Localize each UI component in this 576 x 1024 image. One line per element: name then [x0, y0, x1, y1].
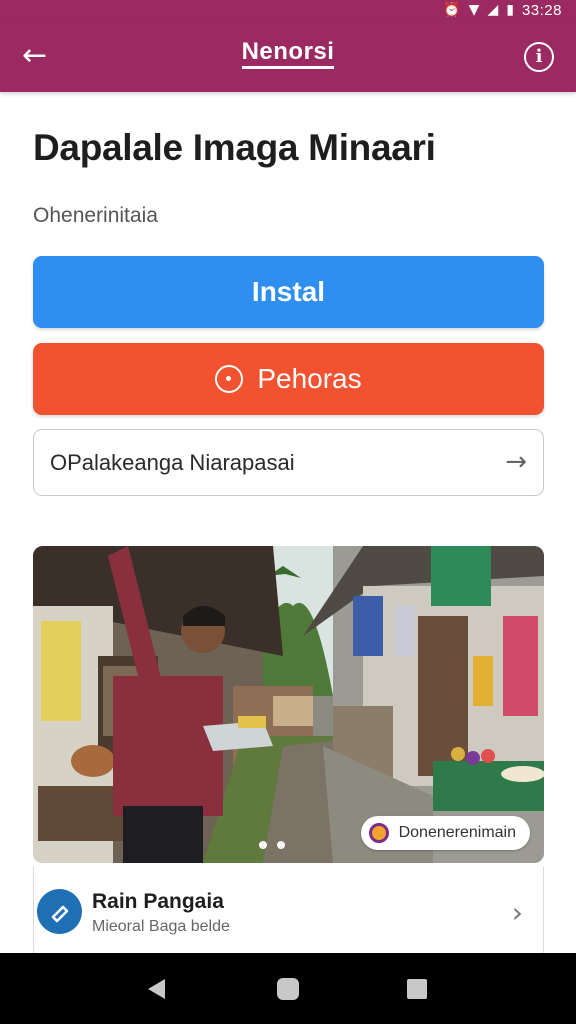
pehoras-button-label: Pehoras — [257, 363, 362, 394]
alarm-icon: ⏰ — [443, 2, 461, 18]
location-badge-icon — [368, 823, 389, 843]
list-item[interactable]: Rain Pangaia Mieoral Baga belde › — [33, 866, 544, 956]
page-subtitle: Ohenerinitaia — [33, 204, 158, 227]
list-item-subtitle: Mieoral Baga belde — [92, 918, 230, 935]
carousel-dot[interactable] — [259, 841, 267, 849]
info-icon[interactable]: i — [524, 42, 554, 72]
tag-icon — [51, 905, 68, 922]
install-button[interactable]: Instal — [33, 256, 544, 328]
carousel-dots — [259, 841, 285, 849]
app-title: Nenorsi — [0, 38, 576, 69]
avatar — [37, 889, 82, 934]
status-bar: ⏰ ▼ ◢ ▮ 33:28 — [0, 0, 576, 20]
status-icons: ⏰ ▼ ◢ ▮ 33:28 — [443, 1, 562, 19]
app-title-text: Nenorsi — [241, 38, 335, 69]
status-clock: 33:28 — [521, 1, 562, 19]
chevron-right-icon: › — [511, 896, 523, 929]
page-title: Dapalale Imaga Minaari — [33, 127, 436, 168]
nav-home-icon[interactable] — [277, 978, 299, 1000]
link-row[interactable]: OPalakeanga Niarapasai → — [33, 429, 544, 496]
link-row-label: OPalakeanga Niarapasai — [50, 450, 295, 475]
arrow-right-icon: → — [505, 447, 527, 477]
wifi-icon: ▼ — [468, 2, 480, 18]
install-button-label: Instal — [251, 276, 326, 307]
nav-recents-icon[interactable] — [407, 979, 427, 999]
caption-chip[interactable]: Donenerenimain — [360, 816, 530, 850]
radio-ring-icon — [215, 365, 244, 393]
system-nav-bar — [0, 953, 576, 1024]
photo-carousel[interactable]: Donenerenimain — [33, 546, 544, 863]
carousel-dot[interactable] — [277, 841, 285, 849]
caption-text: Donenerenimain — [398, 824, 516, 841]
list-item-title: Rain Pangaia — [92, 890, 224, 913]
battery-icon: ▮ — [506, 2, 514, 18]
nav-back-icon[interactable] — [148, 979, 165, 999]
signal-icon: ◢ — [487, 2, 499, 18]
pehoras-button[interactable]: Pehoras — [33, 343, 544, 415]
app-bar: ← Nenorsi i — [0, 20, 576, 92]
